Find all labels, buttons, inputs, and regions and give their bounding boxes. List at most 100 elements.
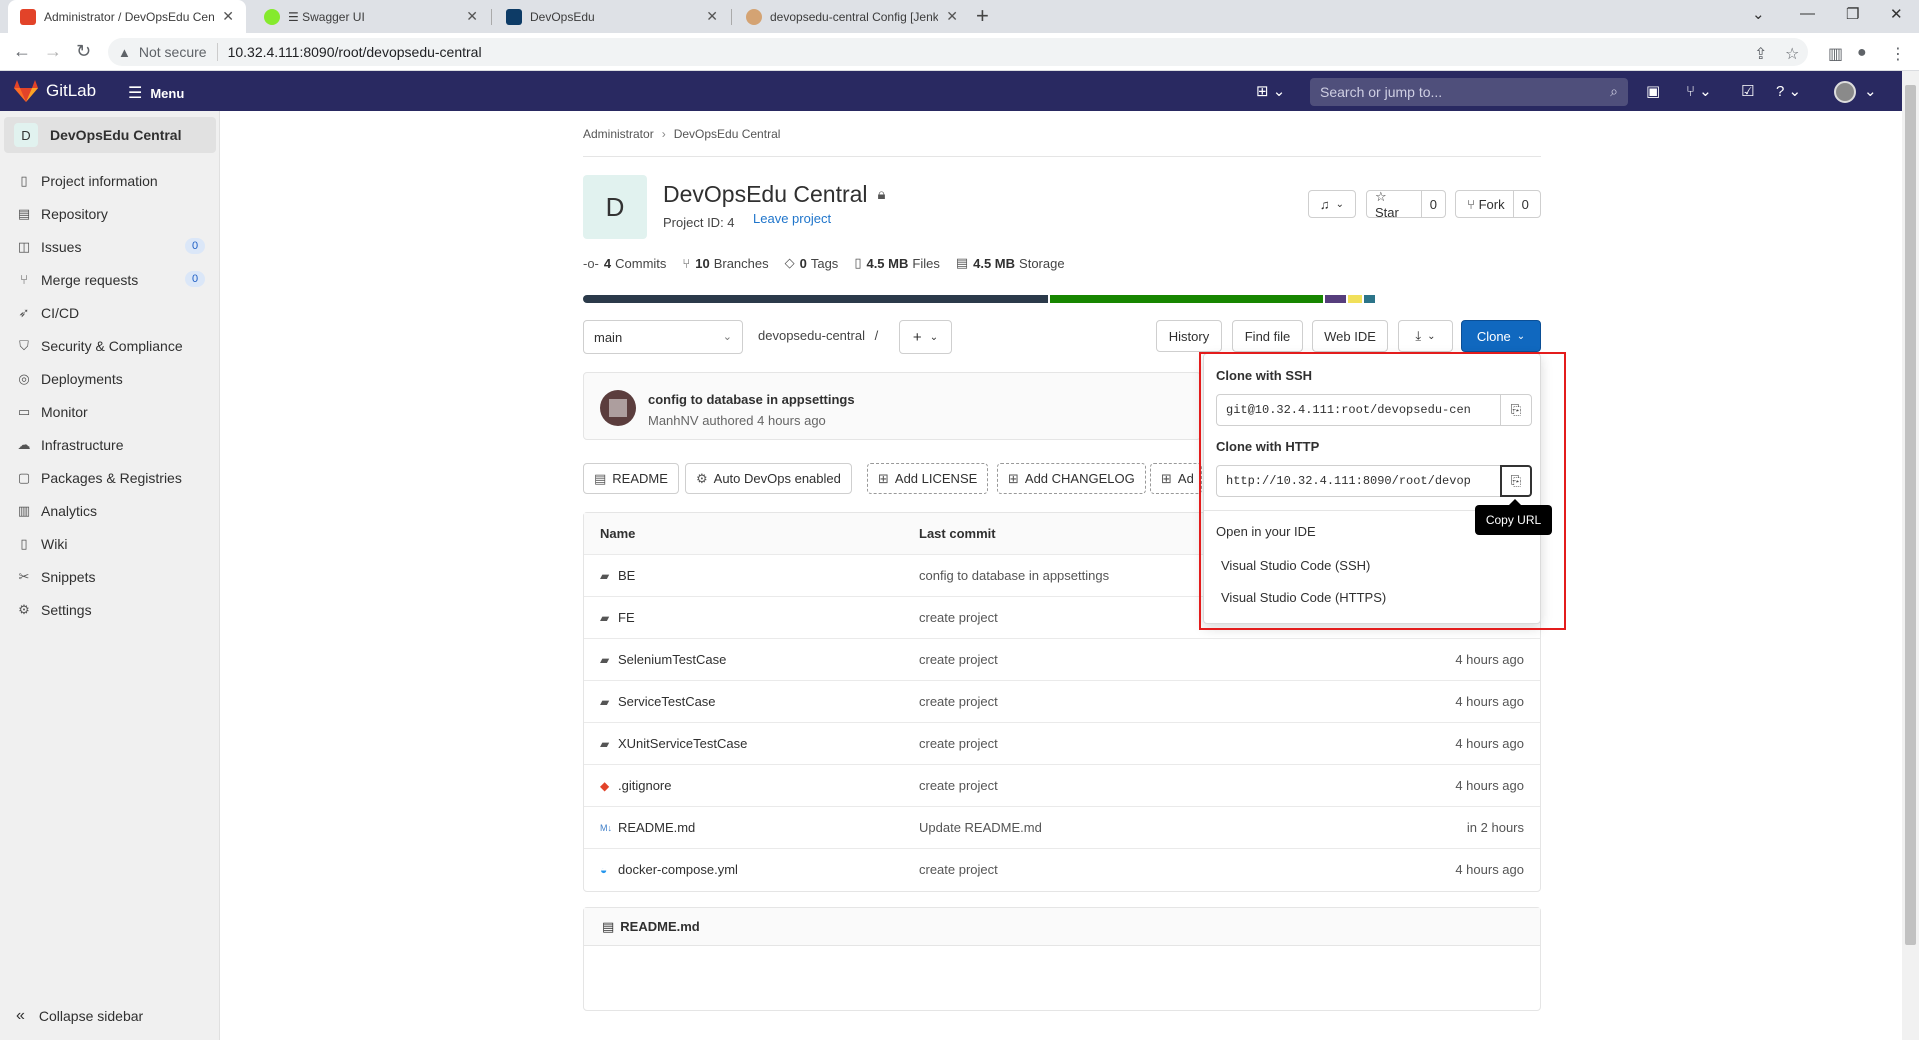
collapse-sidebar-button[interactable]: « Collapse sidebar — [16, 1007, 143, 1025]
forward-icon[interactable]: → — [44, 41, 62, 62]
sidebar-item-project-information[interactable]: ▯ Project information — [0, 164, 219, 197]
download-button[interactable]: ⤓ ⌄ — [1398, 320, 1453, 352]
create-new-icon[interactable]: ⊞ ⌄ — [1256, 82, 1285, 100]
close-icon[interactable]: ✕ — [946, 8, 958, 25]
scrollbar-thumb[interactable] — [1905, 85, 1916, 945]
table-row[interactable]: ◆ .gitignore create project 4 hours ago — [584, 765, 1540, 807]
add-license-pill[interactable]: ⊞ Add LICENSE — [867, 463, 989, 494]
back-icon[interactable]: ← — [13, 41, 31, 62]
branch-selector[interactable]: main ⌄ — [583, 320, 743, 354]
add-changelog-pill[interactable]: ⊞ Add CHANGELOG — [997, 463, 1146, 494]
todo-icon[interactable]: ☑ — [1741, 82, 1754, 100]
profile-icon[interactable]: ● — [1857, 44, 1867, 62]
search-input[interactable]: Search or jump to... ⌕ — [1310, 78, 1628, 106]
share-icon[interactable]: ⇪ — [1754, 44, 1767, 64]
browser-tab-devopsedu[interactable]: DevOpsEdu ✕ — [494, 0, 730, 33]
bookmark-star-icon[interactable]: ☆ — [1785, 44, 1799, 64]
file-name[interactable]: ◆ .gitignore — [600, 778, 671, 793]
file-commit-message[interactable]: create project — [919, 778, 998, 793]
language-segment[interactable] — [1348, 295, 1362, 303]
page-scrollbar[interactable] — [1902, 71, 1919, 1040]
language-segment[interactable] — [1364, 295, 1375, 303]
sidebar-item-issues[interactable]: ◫ Issues 0 — [0, 230, 219, 263]
tab-search-icon[interactable]: ⌄ — [1752, 5, 1765, 23]
issues-icon[interactable]: ▣ — [1646, 82, 1660, 100]
close-icon[interactable]: ✕ — [222, 8, 234, 25]
language-segment[interactable] — [1325, 295, 1346, 303]
file-commit-message[interactable]: create project — [919, 652, 998, 667]
file-commit-message[interactable]: create project — [919, 694, 998, 709]
sidebar-project-link[interactable]: D DevOpsEdu Central — [4, 117, 216, 153]
language-segment[interactable] — [1050, 295, 1323, 303]
browser-tab-swagger[interactable]: ☰ Swagger UI ✕ — [252, 0, 490, 33]
file-name[interactable]: ▰ XUnitServiceTestCase — [600, 736, 747, 751]
sidebar-item-settings[interactable]: ⚙ Settings — [0, 593, 219, 626]
sidebar-item-ci-cd[interactable]: ➶ CI/CD — [0, 296, 219, 329]
clone-button[interactable]: Clone ⌄ — [1461, 320, 1541, 352]
sidebar-item-infrastructure[interactable]: ☁ Infrastructure — [0, 428, 219, 461]
menu-button[interactable]: ☰ Menu — [128, 83, 184, 103]
readme-pill[interactable]: ▤ README — [583, 463, 679, 494]
reload-icon[interactable]: ↻ — [76, 41, 91, 62]
merge-request-icon[interactable]: ⑂ ⌄ — [1686, 82, 1712, 100]
url-field[interactable]: ▲ Not secure 10.32.4.111:8090/root/devop… — [108, 38, 1808, 66]
leave-project-link[interactable]: Leave project — [753, 211, 831, 226]
file-commit-message[interactable]: Update README.md — [919, 820, 1042, 835]
browser-menu-icon[interactable]: ⋮ — [1890, 44, 1906, 64]
table-row[interactable]: ▰ ServiceTestCase create project 4 hours … — [584, 681, 1540, 723]
language-segment[interactable] — [583, 295, 1048, 303]
avatar[interactable] — [600, 390, 636, 426]
new-tab-icon[interactable]: + — [976, 3, 989, 29]
sidebar-item-wiki[interactable]: ▯ Wiki — [0, 527, 219, 560]
maximize-icon[interactable]: ❐ — [1846, 5, 1859, 23]
commits-stat[interactable]: -o- 4 Commits — [583, 256, 666, 271]
file-name[interactable]: ▰ ServiceTestCase — [600, 694, 716, 709]
file-commit-message[interactable]: create project — [919, 736, 998, 751]
file-name[interactable]: M↓ README.md — [600, 820, 695, 835]
file-commit-message[interactable]: create project — [919, 862, 998, 877]
add-more-pill[interactable]: ⊞ Ad — [1150, 463, 1202, 494]
chevron-down-icon[interactable]: ⌄ — [1864, 82, 1877, 100]
files-stat[interactable]: ▯ 4.5 MB Files — [854, 255, 940, 271]
table-row[interactable]: ▰ XUnitServiceTestCase create project 4 h… — [584, 723, 1540, 765]
auto-devops-pill[interactable]: ⚙ Auto DevOps enabled — [685, 463, 852, 494]
minimize-icon[interactable]: — — [1800, 5, 1815, 22]
file-name[interactable]: ▰ BE — [600, 568, 635, 583]
table-row[interactable]: ▰ SeleniumTestCase create project 4 hours… — [584, 639, 1540, 681]
path-project[interactable]: devopsedu-central — [758, 328, 865, 343]
readme-title[interactable]: README.md — [620, 919, 699, 934]
breadcrumb-root[interactable]: Administrator — [583, 127, 654, 141]
table-row[interactable]: M↓ README.md Update README.md in 2 hours — [584, 807, 1540, 849]
sidebar-item-monitor[interactable]: ▭ Monitor — [0, 395, 219, 428]
add-to-tree-button[interactable]: + ⌄ — [899, 320, 952, 354]
sidebar-item-packages-registries[interactable]: ▢ Packages & Registries — [0, 461, 219, 494]
file-name[interactable]: ▰ FE — [600, 610, 635, 625]
history-button[interactable]: History — [1156, 320, 1222, 352]
table-row[interactable]: ◒ docker-compose.yml create project 4 hou… — [584, 849, 1540, 891]
sidebar-item-repository[interactable]: ▤ Repository — [0, 197, 219, 230]
find-file-button[interactable]: Find file — [1232, 320, 1303, 352]
window-close-icon[interactable]: ✕ — [1890, 5, 1903, 23]
help-icon[interactable]: ? ⌄ — [1776, 82, 1801, 100]
commit-title[interactable]: config to database in appsettings — [648, 392, 855, 407]
browser-tab-gitlab[interactable]: Administrator / DevOpsEdu Centr ✕ — [8, 0, 246, 33]
repository-language-bar[interactable] — [583, 295, 1541, 303]
avatar[interactable] — [1834, 81, 1856, 103]
sidebar-item-merge-requests[interactable]: ⑂ Merge requests 0 — [0, 263, 219, 296]
gitlab-home-link[interactable]: GitLab — [14, 80, 96, 102]
sidebar-item-analytics[interactable]: ▥ Analytics — [0, 494, 219, 527]
branches-stat[interactable]: ⑂ 10 Branches — [682, 256, 768, 271]
side-panel-icon[interactable]: ▥ — [1828, 44, 1843, 64]
sidebar-item-snippets[interactable]: ✂ Snippets — [0, 560, 219, 593]
sidebar-item-deployments[interactable]: ◎ Deployments — [0, 362, 219, 395]
close-icon[interactable]: ✕ — [706, 8, 718, 25]
tags-stat[interactable]: ◇ 0 Tags — [785, 255, 839, 271]
notification-button[interactable]: ♫ ⌄ — [1308, 190, 1356, 218]
sidebar-item-security-compliance[interactable]: ⛉ Security & Compliance — [0, 329, 219, 362]
star-button[interactable]: ☆ Star 0 — [1366, 189, 1446, 220]
browser-tab-jenkins[interactable]: devopsedu-central Config [Jenkin ✕ — [734, 0, 970, 33]
file-name[interactable]: ◒ docker-compose.yml — [600, 862, 738, 877]
file-name[interactable]: ▰ SeleniumTestCase — [600, 652, 726, 667]
breadcrumb-current[interactable]: DevOpsEdu Central — [674, 127, 781, 141]
file-commit-message[interactable]: create project — [919, 610, 998, 625]
